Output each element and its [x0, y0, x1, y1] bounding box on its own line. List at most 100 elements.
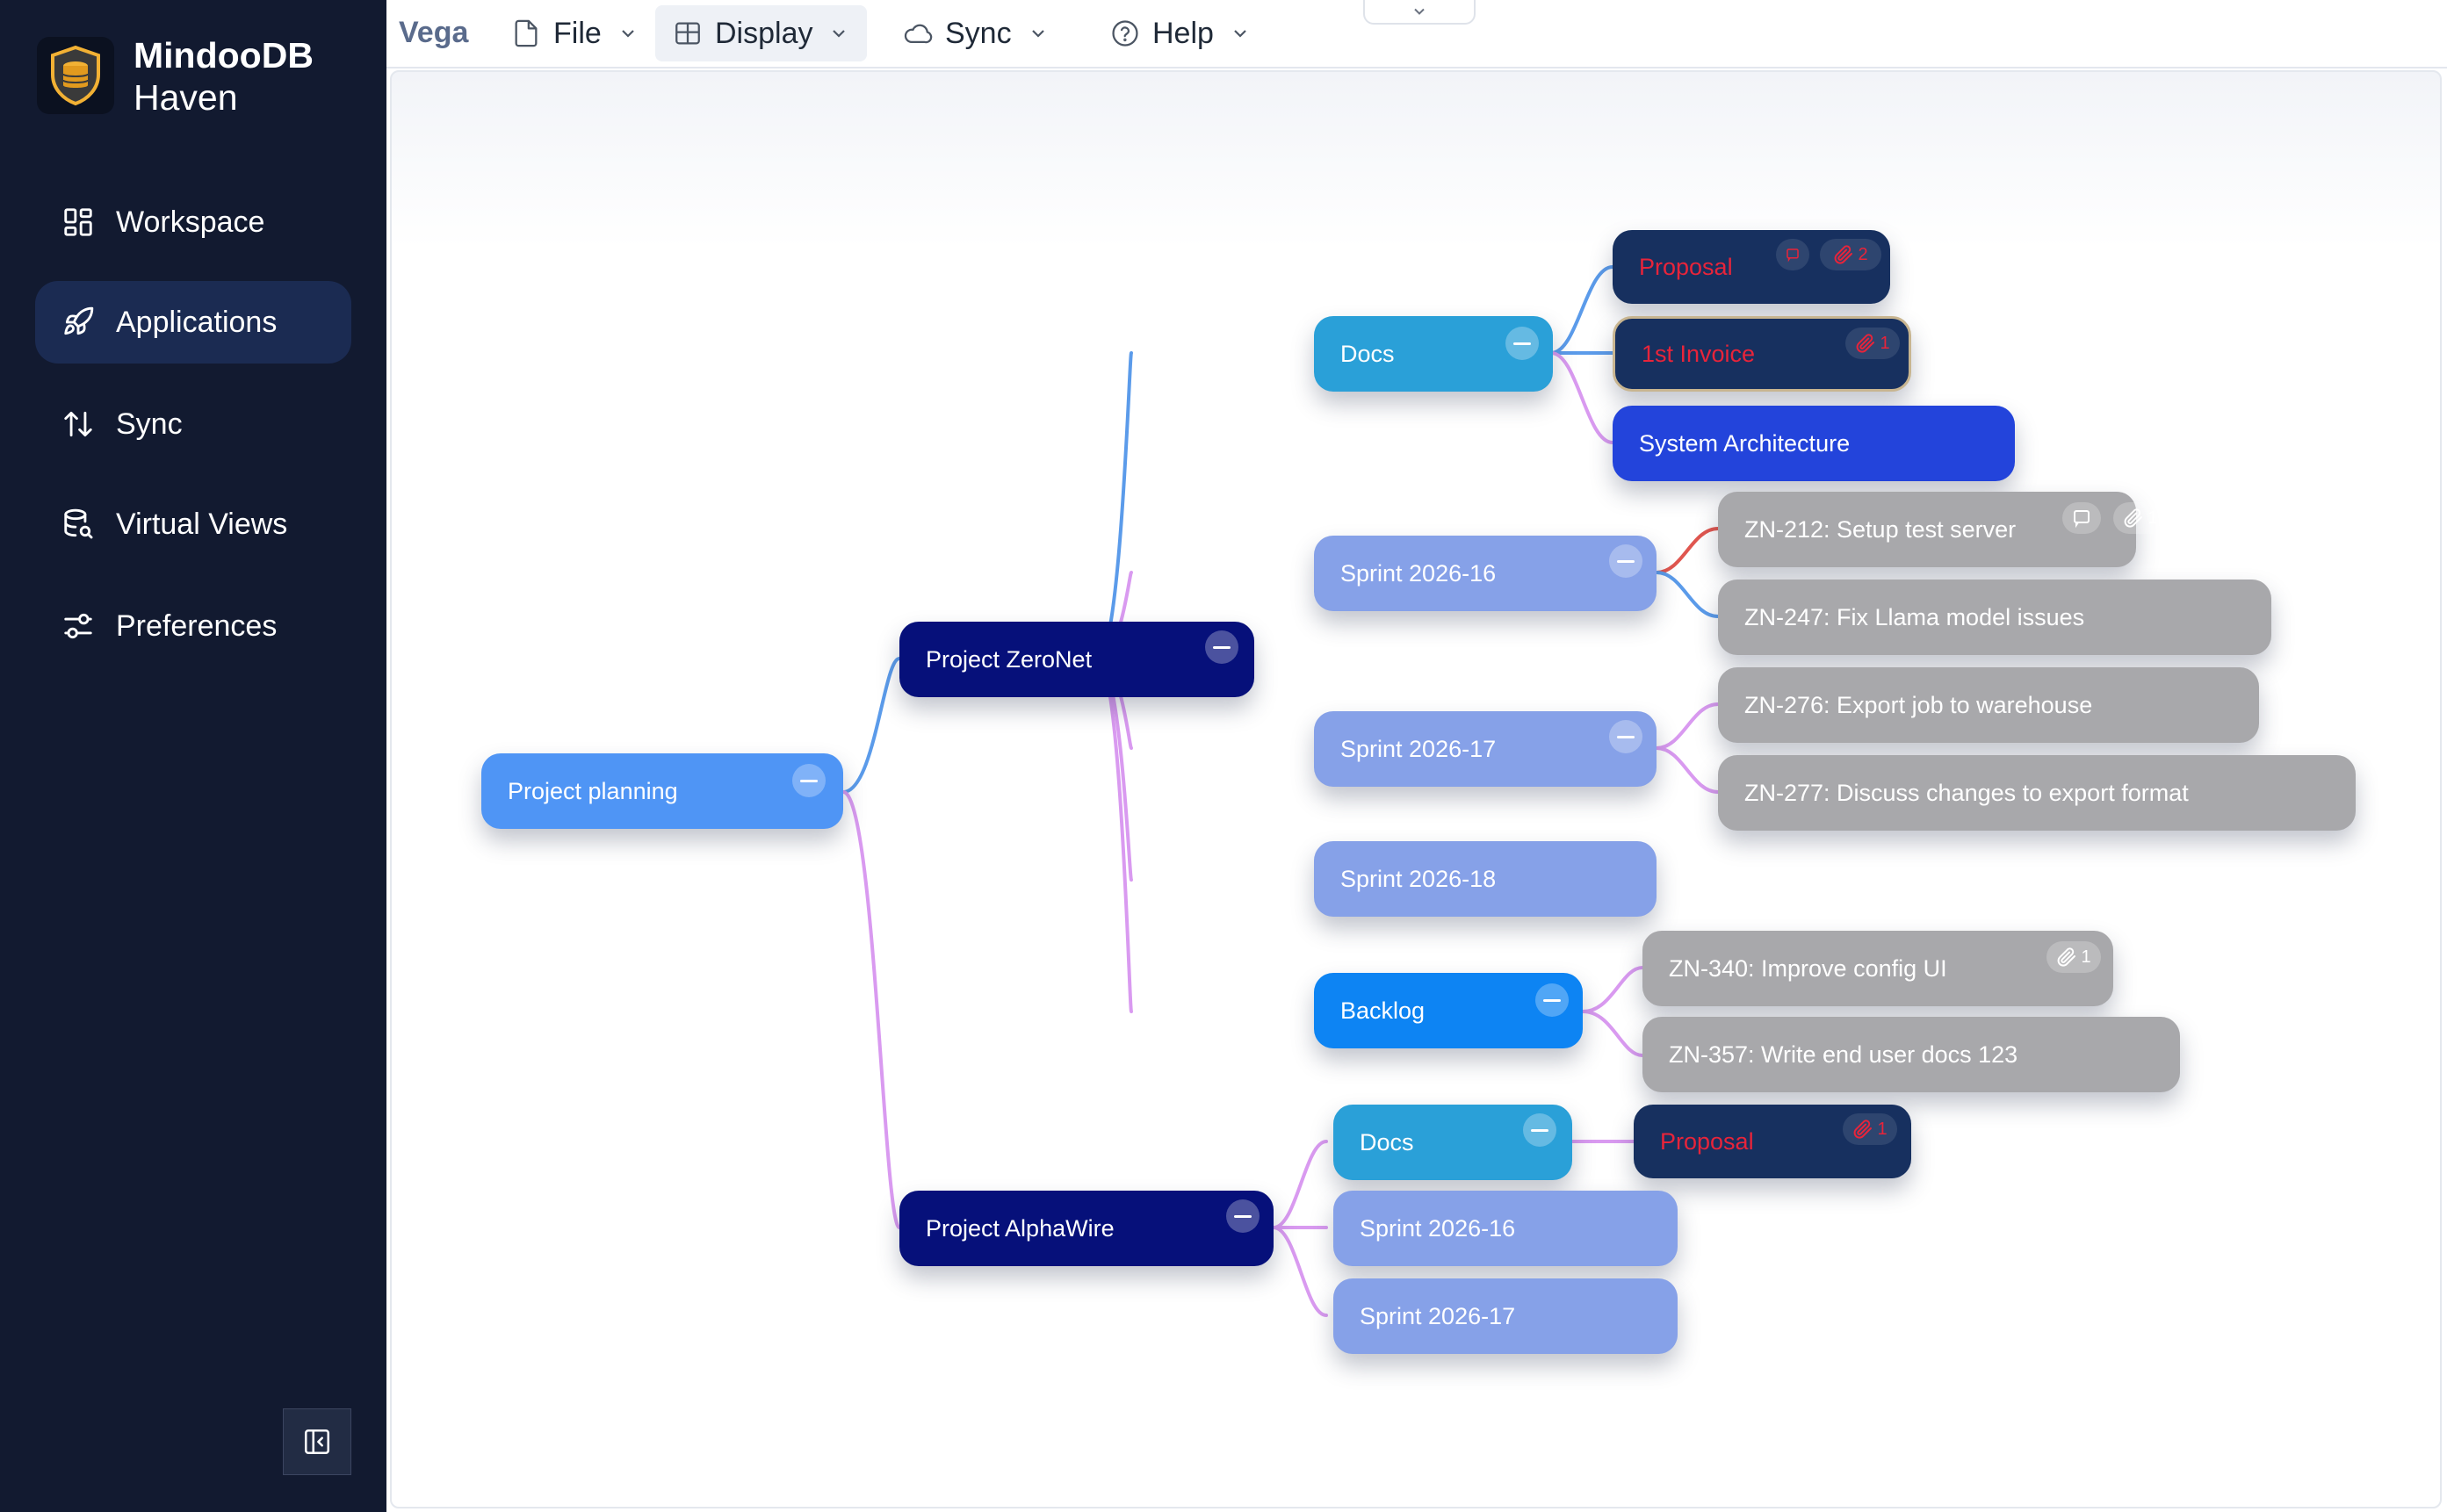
node-label: ZN-340: Improve config UI — [1669, 954, 1947, 982]
node-label: ZN-212: Setup test server — [1744, 515, 2017, 543]
grid-icon — [64, 208, 92, 236]
database-search-icon — [64, 508, 93, 539]
node-label: 1st Invoice — [1642, 340, 1756, 367]
sidebar-item-label: Applications — [116, 305, 278, 339]
collapse-sidebar-button[interactable] — [283, 1408, 351, 1475]
connector-line — [841, 790, 901, 1229]
node-document-invoice[interactable]: 1st Invoice 1 — [1613, 316, 1911, 392]
menu-file[interactable]: File — [494, 5, 656, 61]
node-task-zn-276[interactable]: ZN-276: Export job to warehouse — [1718, 667, 2259, 743]
chevron-down-icon — [1031, 30, 1044, 38]
collapse-node-button[interactable] — [1609, 544, 1642, 578]
collapse-node-button[interactable] — [792, 764, 826, 797]
sliders-icon — [64, 613, 92, 639]
sidebar-item-sync[interactable]: Sync — [35, 383, 351, 465]
connector-line — [1272, 1140, 1328, 1229]
node-document-proposal[interactable]: Proposal 2 — [1613, 230, 1890, 304]
attachment-badge: 1 — [2113, 502, 2168, 534]
node-label: ZN-357: Write end user docs 123 — [1669, 1040, 2018, 1068]
paperclip-icon — [1857, 334, 1875, 353]
attachment-count: 1 — [2081, 947, 2091, 967]
comment-badge — [1776, 239, 1809, 270]
connector-line — [1655, 571, 1720, 618]
connector-line — [841, 657, 901, 794]
node-label: Docs — [1360, 1128, 1414, 1156]
brand-name: MindooDB — [134, 35, 314, 76]
app-title: Vega — [399, 16, 469, 49]
node-backlog[interactable]: Backlog — [1314, 973, 1583, 1048]
chevron-down-icon — [833, 30, 846, 38]
node-document-proposal[interactable]: Proposal 1 — [1634, 1105, 1911, 1178]
node-task-zn-277[interactable]: ZN-277: Discuss changes to export format — [1718, 755, 2356, 831]
node-task-zn-212[interactable]: ZN-212: Setup test server 1 — [1718, 492, 2168, 567]
attachment-badge: 1 — [1845, 328, 1900, 359]
sidebar-item-preferences[interactable]: Preferences — [35, 585, 351, 667]
collapse-node-button[interactable] — [1609, 720, 1642, 753]
node-label: System Architecture — [1639, 429, 1851, 457]
paperclip-icon — [1835, 245, 1853, 264]
attachment-badge: 1 — [1843, 1113, 1897, 1145]
node-label: Project ZeroNet — [926, 645, 1093, 673]
node-task-zn-357[interactable]: ZN-357: Write end user docs 123 — [1642, 1017, 2180, 1092]
node-sprint-2026-17[interactable]: Sprint 2026-17 — [1333, 1278, 1678, 1354]
node-label: Project planning — [508, 777, 678, 804]
node-label: Proposal — [1660, 1127, 1754, 1155]
node-label: Sprint 2026-18 — [1340, 865, 1497, 892]
node-project-planning[interactable]: Project planning — [481, 753, 843, 829]
node-docs[interactable]: Docs — [1333, 1105, 1572, 1180]
paperclip-icon — [2058, 947, 2076, 967]
attachment-count: 1 — [2147, 508, 2158, 528]
node-sprint-2026-18[interactable]: Sprint 2026-18 — [1314, 841, 1657, 917]
node-label: ZN-277: Discuss changes to export format — [1744, 779, 2189, 806]
menu-help[interactable]: Help — [1093, 5, 1268, 61]
node-sprint-2026-16[interactable]: Sprint 2026-16 — [1314, 536, 1657, 611]
node-document-system-architecture[interactable]: System Architecture — [1613, 406, 2015, 481]
node-project-zeronet[interactable]: Project ZeroNet — [899, 622, 1254, 697]
node-sprint-2026-17[interactable]: Sprint 2026-17 — [1314, 711, 1657, 787]
menu-bar: Vega File Display Sync Help — [386, 0, 2447, 68]
cloud-icon — [904, 24, 933, 44]
sidebar-item-applications[interactable]: Applications — [35, 281, 351, 364]
menu-display[interactable]: Display — [655, 5, 868, 61]
file-icon — [515, 19, 538, 47]
node-docs[interactable]: Docs — [1314, 316, 1553, 392]
node-label: ZN-276: Export job to warehouse — [1744, 691, 2093, 718]
comment-icon — [2074, 510, 2090, 529]
app-logo — [37, 37, 114, 114]
menu-label: File — [553, 16, 602, 50]
attachment-count: 1 — [1880, 333, 1890, 353]
mindmap-canvas[interactable]: Project planning Project ZeroNet Docs Pr… — [390, 70, 2442, 1508]
sidebar-item-virtual-views[interactable]: Virtual Views — [35, 483, 351, 565]
collapse-node-button[interactable] — [1505, 327, 1539, 360]
node-sprint-2026-16[interactable]: Sprint 2026-16 — [1333, 1191, 1678, 1266]
menu-label: Help — [1152, 16, 1214, 50]
attachment-badge: 1 — [2046, 941, 2101, 973]
table-icon — [675, 22, 700, 45]
sidebar-item-label: Workspace — [116, 205, 265, 239]
collapse-node-button[interactable] — [1205, 630, 1238, 664]
toolbar-expand-tab[interactable] — [1363, 0, 1476, 25]
collapse-node-button[interactable] — [1523, 1113, 1556, 1147]
comment-badge — [2062, 502, 2101, 534]
collapse-node-button[interactable] — [1535, 983, 1569, 1017]
arrows-updown-icon — [64, 411, 92, 437]
connector-line — [1581, 1010, 1644, 1057]
chevron-down-icon — [1414, 8, 1425, 15]
chevron-down-icon — [1234, 30, 1246, 38]
connector-line — [1581, 966, 1644, 1013]
node-task-zn-247[interactable]: ZN-247: Fix Llama model issues — [1718, 580, 2271, 655]
connector-line — [1272, 1226, 1328, 1317]
menu-sync[interactable]: Sync — [885, 5, 1066, 61]
attachment-count: 2 — [1858, 244, 1868, 264]
node-label: Sprint 2026-17 — [1340, 735, 1497, 762]
node-label: Docs — [1340, 340, 1395, 367]
node-label: Sprint 2026-16 — [1360, 1214, 1516, 1242]
connector-line — [1096, 351, 1133, 660]
node-project-alphawire[interactable]: Project AlphaWire — [899, 1191, 1274, 1266]
node-label: Proposal — [1639, 253, 1733, 280]
collapse-node-button[interactable] — [1226, 1199, 1260, 1233]
node-task-zn-340[interactable]: ZN-340: Improve config UI 1 — [1642, 931, 2113, 1006]
sidebar-item-workspace[interactable]: Workspace — [35, 181, 351, 263]
comment-icon — [1787, 248, 1799, 263]
node-label: Sprint 2026-17 — [1360, 1302, 1516, 1329]
